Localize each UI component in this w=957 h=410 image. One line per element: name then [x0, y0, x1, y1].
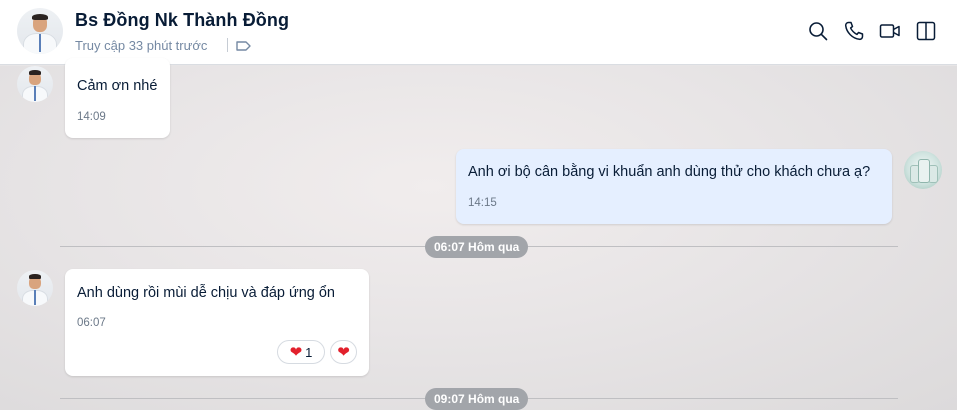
last-seen-status: Truy cập 33 phút trước — [75, 38, 208, 53]
message-bubble-mine[interactable]: Anh ơi bộ cân bằng vi khuẩn anh dùng thử… — [456, 149, 892, 224]
reaction-summary[interactable]: ❤ 1 — [277, 340, 325, 364]
message-time: 14:09 — [77, 111, 106, 123]
message-avatar[interactable] — [17, 66, 53, 102]
message-text: Anh ơi bộ cân bằng vi khuẩn anh dùng thử… — [468, 164, 871, 180]
my-avatar[interactable] — [904, 151, 942, 189]
video-call-icon[interactable] — [878, 19, 902, 43]
reaction-count: 1 — [305, 344, 313, 360]
chat-header: Bs Đồng Nk Thành Đồng Truy cập 33 phút t… — [0, 0, 957, 65]
message-time: 14:15 — [468, 197, 497, 209]
message-bubble[interactable]: Cảm ơn nhé 14:09 — [65, 58, 170, 138]
message-text: Anh dùng rồi mùi dễ chịu và đáp ứng ổn — [77, 285, 335, 301]
phone-icon[interactable] — [842, 19, 866, 43]
search-icon[interactable] — [806, 19, 830, 43]
date-separator: 09:07 Hôm qua — [425, 388, 529, 410]
side-panel-icon[interactable] — [914, 19, 938, 43]
heart-icon: ❤ — [337, 343, 350, 361]
label-tag-icon[interactable] — [235, 38, 253, 54]
date-separator: 06:07 Hôm qua — [425, 236, 529, 258]
heart-icon: ❤ — [289, 343, 303, 361]
message-text: Cảm ơn nhé — [77, 78, 158, 94]
message-bubble[interactable]: Anh dùng rồi mùi dễ chịu và đáp ứng ổn 0… — [65, 269, 369, 376]
header-divider — [227, 38, 228, 52]
contact-avatar[interactable] — [17, 8, 63, 54]
contact-name[interactable]: Bs Đồng Nk Thành Đồng — [75, 10, 289, 31]
add-reaction-button[interactable]: ❤ — [330, 340, 357, 364]
message-time: 06:07 — [77, 317, 106, 329]
message-avatar[interactable] — [17, 270, 53, 306]
